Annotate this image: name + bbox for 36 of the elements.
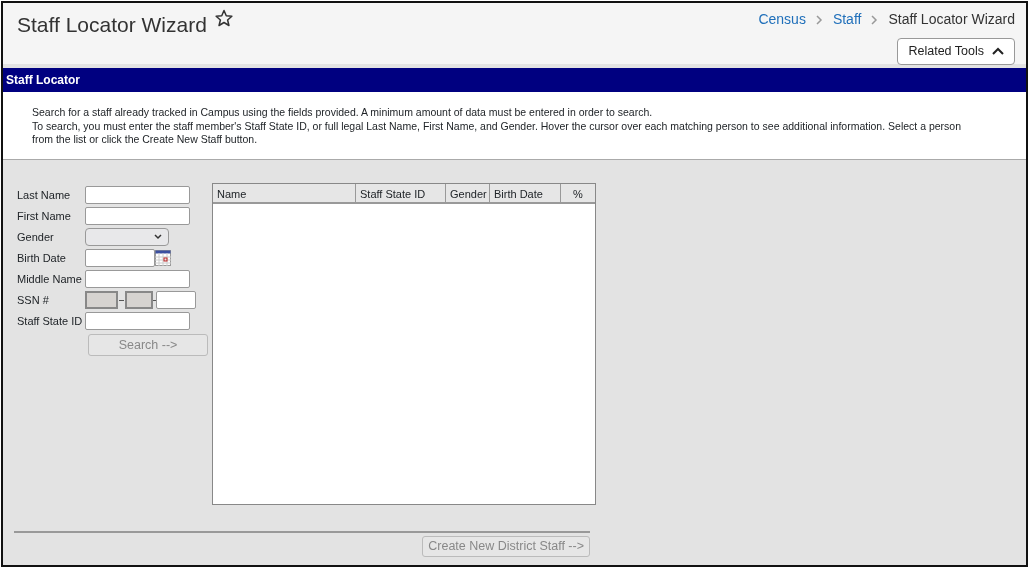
chevron-icon [815,14,823,25]
field-label: Middle Name [17,272,83,288]
calendar-icon[interactable] [155,250,171,267]
field-label: Gender [17,230,55,246]
column-header[interactable]: Birth Date [490,183,561,202]
field-label: SSN # [17,293,50,309]
date-field[interactable] [85,249,155,268]
chevron-icon [154,234,162,241]
field-label: Last Name [17,188,72,204]
ssn-dash [119,299,124,301]
panel-title: Staff Locator [3,68,1026,92]
breadcrumb-current: Staff Locator Wizard [888,10,1015,29]
column-header[interactable]: Gender [446,183,490,202]
input-field[interactable] [85,312,190,331]
column-header[interactable]: Staff State ID [356,183,446,202]
column-header[interactable]: % [561,183,595,202]
chevron-icon [871,14,879,25]
input-field[interactable] [85,270,190,289]
chevron-icon [992,47,1004,56]
field-label: Birth Date [17,251,67,267]
input-field[interactable] [85,186,190,205]
ssn-field[interactable] [156,291,196,310]
related-tools-button[interactable]: Related Tools [897,38,1015,65]
ssn-field[interactable] [125,291,153,310]
field-label: Staff State ID [17,314,84,330]
ssn-field[interactable] [85,291,118,310]
column-header[interactable]: Name [213,183,356,202]
instruction-text: Search for a staff already tracked in Campus using the fields provided. A minimum amount of data must be entered in order to search. [32,106,654,120]
breadcrumb-link[interactable]: Staff [832,9,862,30]
star-icon[interactable] [214,9,233,27]
input-field[interactable] [85,207,190,226]
ssn-dash [153,299,156,301]
page-title: Staff Locator Wizard [17,12,207,38]
breadcrumb-link[interactable]: Census [758,9,806,30]
instruction-text: To search, you must enter the staff member's Staff State ID, or full legal Last Name, First Name, and Gender. Hover the cursor over each matching person to see additional information. Select a person from the list or click the Create New Staff button. [32,119,962,147]
field-label: First Name [17,209,72,225]
